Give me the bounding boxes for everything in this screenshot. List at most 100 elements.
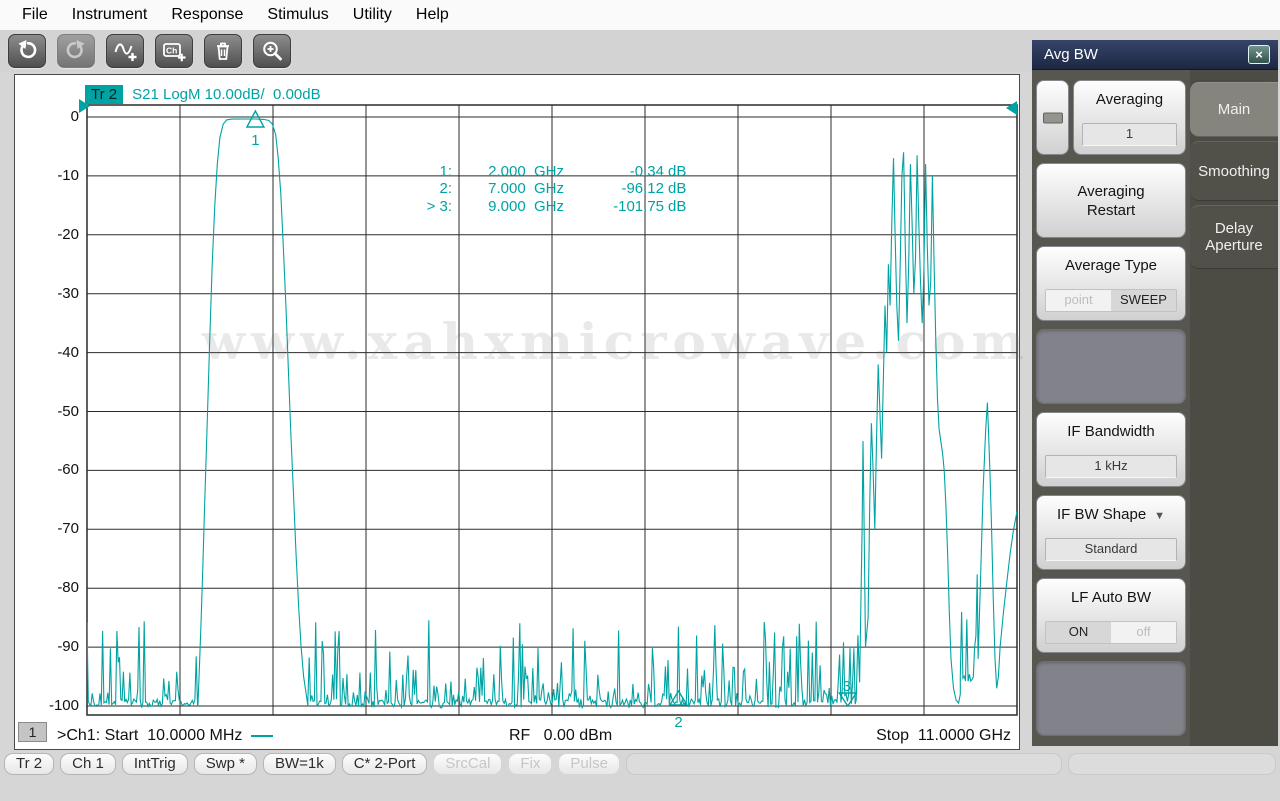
- status-button-bw-1k[interactable]: BW=1k: [263, 753, 336, 775]
- menu-utility[interactable]: Utility: [341, 6, 404, 24]
- lf-auto-bw-switch: ONoff: [1045, 621, 1177, 644]
- status-button-swp[interactable]: Swp *: [194, 753, 257, 775]
- softkey-label: IF Bandwidth: [1067, 422, 1155, 441]
- softkey-label: LF Auto BW: [1071, 588, 1151, 607]
- softkey-slot: IF BW Shape▼Standard: [1036, 495, 1186, 570]
- if-bw-shape-value[interactable]: Standard: [1045, 538, 1177, 561]
- undo-button[interactable]: [8, 34, 46, 68]
- y-axis-tick: -50: [37, 403, 79, 420]
- menu-stimulus[interactable]: Stimulus: [255, 6, 340, 24]
- redo-icon: [64, 39, 88, 63]
- tab-delay-aperture[interactable]: Delay Aperture: [1190, 205, 1278, 269]
- stop-frequency-label: Stop 11.0000 GHz: [876, 727, 1011, 745]
- y-axis-tick: -20: [37, 226, 79, 243]
- marker-readout-unit: dB: [664, 198, 694, 215]
- marker-readout-id: > 3:: [396, 198, 452, 215]
- lf-auto-bw-option-on[interactable]: ON: [1046, 622, 1111, 643]
- marker-readout-id: 1:: [396, 163, 452, 180]
- y-axis-tick: -30: [37, 285, 79, 302]
- softkey-slot: IF Bandwidth 1 kHz: [1036, 412, 1186, 487]
- softkey-slot: LF Auto BW ONoff: [1036, 578, 1186, 653]
- status-button-fix[interactable]: Fix: [508, 753, 552, 775]
- channel-number-badge: 1: [18, 722, 47, 742]
- softkey-slot: Averaging1: [1036, 80, 1186, 155]
- svg-text:Ch: Ch: [166, 46, 177, 56]
- add-channel-button[interactable]: Ch: [155, 34, 193, 68]
- lf-auto-bw-option-off[interactable]: off: [1111, 622, 1176, 643]
- status-button-tr-2[interactable]: Tr 2: [4, 753, 54, 775]
- y-axis-tick: -70: [37, 520, 79, 537]
- status-button-inttrig[interactable]: IntTrig: [122, 753, 188, 775]
- trace-badge[interactable]: Tr 2: [85, 85, 123, 104]
- delete-button[interactable]: [204, 34, 242, 68]
- if-bandwidth-button[interactable]: IF Bandwidth 1 kHz: [1036, 412, 1186, 487]
- averaging-toggle-button[interactable]: [1036, 80, 1069, 155]
- average-type-option-sweep[interactable]: SWEEP: [1111, 290, 1176, 311]
- zoom-button[interactable]: [253, 34, 291, 68]
- panel-title-bar: Avg BW ×: [1032, 40, 1278, 70]
- trace-color-key: [251, 735, 273, 737]
- trace-format-label: S21 LogM 10.00dB/ 0.00dB: [132, 86, 320, 103]
- y-axis-tick: -80: [37, 579, 79, 596]
- svg-text:3: 3: [843, 678, 851, 695]
- softkey-slot: Average Type pointSWEEP: [1036, 246, 1186, 321]
- menu-bar: FileInstrumentResponseStimulusUtilityHel…: [0, 0, 1280, 30]
- y-axis-tick: -60: [37, 461, 79, 478]
- svg-text:2: 2: [674, 714, 682, 731]
- marker-readout-frequency: 7.000 GHz: [452, 180, 564, 197]
- marker-readout-frequency: 9.000 GHz: [452, 198, 564, 215]
- averaging-restart-button[interactable]: Averaging Restart: [1036, 163, 1186, 238]
- menu-file[interactable]: File: [10, 6, 60, 24]
- y-axis-tick: -10: [37, 167, 79, 184]
- marker-readout-frequency: 2.000 GHz: [452, 163, 564, 180]
- y-axis-tick: 0: [37, 108, 79, 125]
- if-bandwidth-value[interactable]: 1 kHz: [1045, 455, 1177, 478]
- add-channel-icon: Ch: [162, 39, 186, 63]
- toggle-indicator: [1043, 112, 1063, 123]
- panel-title: Avg BW: [1044, 46, 1098, 63]
- softkey-column: Averaging1 Averaging Restart Average Type p…: [1036, 80, 1186, 744]
- marker-readout-table: 1:2.000 GHz-0.34dB2:7.000 GHz-96.12dB> 3…: [396, 163, 694, 215]
- empty-softkey-slot: [1036, 661, 1186, 736]
- empty-softkey-slot: [1036, 329, 1186, 404]
- lf-auto-bw-button[interactable]: LF Auto BW ONoff: [1036, 578, 1186, 653]
- averaging-button[interactable]: Averaging1: [1073, 80, 1186, 155]
- softkey-label: Average Type: [1065, 256, 1157, 275]
- status-button-bar: Tr 2 Ch 1 IntTrig Swp * BW=1k C* 2-PortSrcCal…: [4, 752, 1276, 776]
- menu-instrument[interactable]: Instrument: [60, 6, 160, 24]
- softkey-slot: [1036, 329, 1186, 404]
- tab-main[interactable]: Main: [1190, 82, 1278, 137]
- avg-bw-panel: Avg BW × MainSmoothingDelay Aperture Ave…: [1032, 40, 1278, 746]
- close-icon[interactable]: ×: [1248, 45, 1270, 64]
- average-type-button[interactable]: Average Type pointSWEEP: [1036, 246, 1186, 321]
- status-button-ch-1[interactable]: Ch 1: [60, 753, 116, 775]
- marker-readout-value: -96.12: [564, 180, 664, 197]
- menu-response[interactable]: Response: [159, 6, 255, 24]
- average-type-switch: pointSWEEP: [1045, 289, 1177, 312]
- averaging-value[interactable]: 1: [1082, 123, 1177, 146]
- marker-readout-id: 2:: [396, 180, 452, 197]
- menu-help[interactable]: Help: [404, 6, 461, 24]
- start-frequency-label: >Ch1: Start 10.0000 MHz: [57, 727, 242, 745]
- marker-readout-unit: dB: [664, 180, 694, 197]
- if-bw-shape-button[interactable]: IF BW Shape▼Standard: [1036, 495, 1186, 570]
- average-type-option-point[interactable]: point: [1046, 290, 1111, 311]
- tab-smoothing[interactable]: Smoothing: [1190, 141, 1278, 201]
- add-trace-icon: [113, 39, 137, 63]
- status-button-srccal[interactable]: SrcCal: [433, 753, 502, 775]
- marker-readout-value: -101.75: [564, 198, 664, 215]
- panel-tab-strip: MainSmoothingDelay Aperture: [1190, 70, 1278, 746]
- status-button-pulse[interactable]: Pulse: [558, 753, 620, 775]
- redo-button[interactable]: [57, 34, 95, 68]
- softkey-slot: [1036, 661, 1186, 736]
- y-axis-tick: -100: [37, 697, 79, 714]
- undo-icon: [15, 39, 39, 63]
- softkey-label: Averaging Restart: [1077, 182, 1144, 220]
- zoom-icon: [260, 39, 284, 63]
- rf-power-label: RF 0.00 dBm: [509, 727, 612, 745]
- svg-text:1: 1: [251, 132, 259, 149]
- status-field: [1068, 753, 1276, 775]
- status-button-c-2-port[interactable]: C* 2-Port: [342, 753, 428, 775]
- add-trace-button[interactable]: [106, 34, 144, 68]
- plot-window: Tr 2 S21 LogM 10.00dB/ 0.00dB 1 2 3 1:2.00…: [14, 74, 1020, 750]
